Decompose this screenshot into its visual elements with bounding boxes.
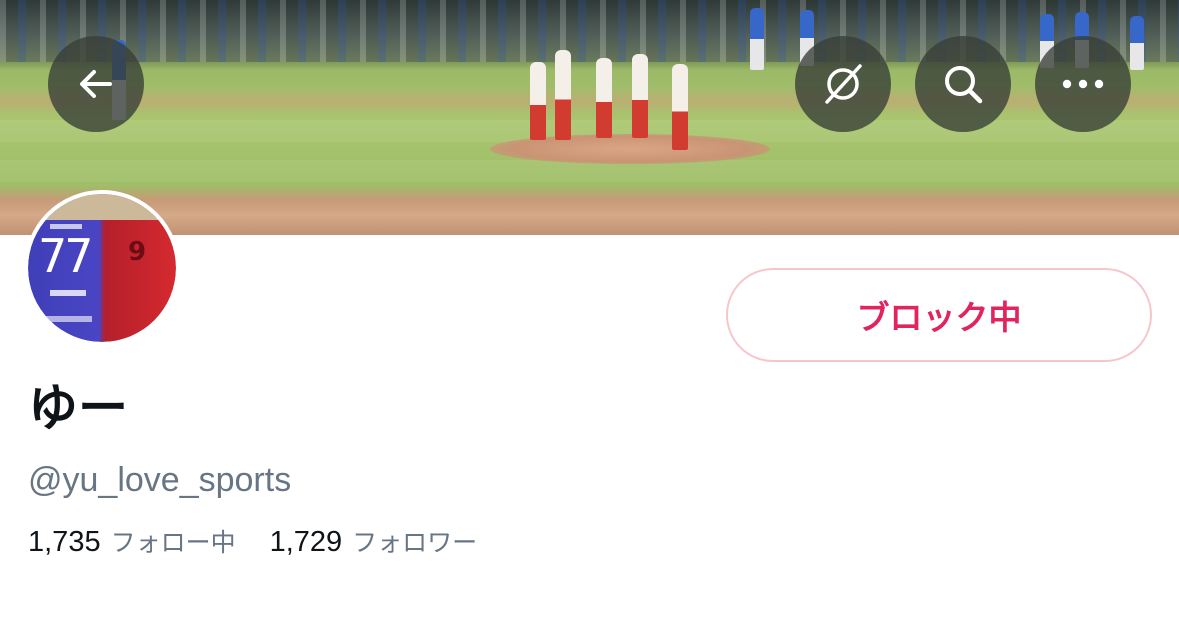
following-label: フォロー中 <box>110 528 236 557</box>
svg-text:9: 9 <box>128 237 146 267</box>
profile-page: 77 9 ブロック中 ゆー @yu_love_sports 1,735 フォロー… <box>0 0 1179 627</box>
svg-text:77: 77 <box>38 229 91 283</box>
following-link[interactable]: 1,735 フォロー中 <box>28 524 236 561</box>
banner-player <box>1130 16 1144 70</box>
banner-stands <box>0 0 1179 62</box>
banner-player <box>530 62 546 140</box>
more-button[interactable] <box>1035 36 1131 132</box>
banner-player <box>750 8 764 70</box>
blocked-button[interactable]: ブロック中 <box>726 268 1152 362</box>
avatar-image: 77 9 <box>28 194 176 342</box>
translate-button[interactable] <box>795 36 891 132</box>
back-button[interactable] <box>48 36 144 132</box>
more-horizontal-icon <box>1062 79 1104 89</box>
banner-player <box>672 64 688 150</box>
search-button[interactable] <box>915 36 1011 132</box>
profile-banner-image[interactable] <box>0 0 1179 235</box>
followers-label: フォロワー <box>352 528 478 557</box>
display-name: ゆー <box>28 379 128 437</box>
follow-stats: 1,735 フォロー中 1,729 フォロワー <box>28 524 477 561</box>
arrow-left-icon <box>80 70 112 98</box>
banner-player <box>555 50 571 140</box>
banner-player <box>632 54 648 138</box>
following-count: 1,735 <box>28 526 101 558</box>
avatar[interactable]: 77 9 <box>24 190 180 346</box>
banner-player <box>596 58 612 138</box>
jersey-graphic: 77 9 <box>38 224 146 322</box>
user-handle: @yu_love_sports <box>28 461 292 499</box>
followers-count: 1,729 <box>269 526 343 558</box>
search-icon <box>945 66 983 104</box>
followers-link[interactable]: 1,729 フォロワー <box>270 524 478 561</box>
globe-slash-icon <box>825 64 862 104</box>
